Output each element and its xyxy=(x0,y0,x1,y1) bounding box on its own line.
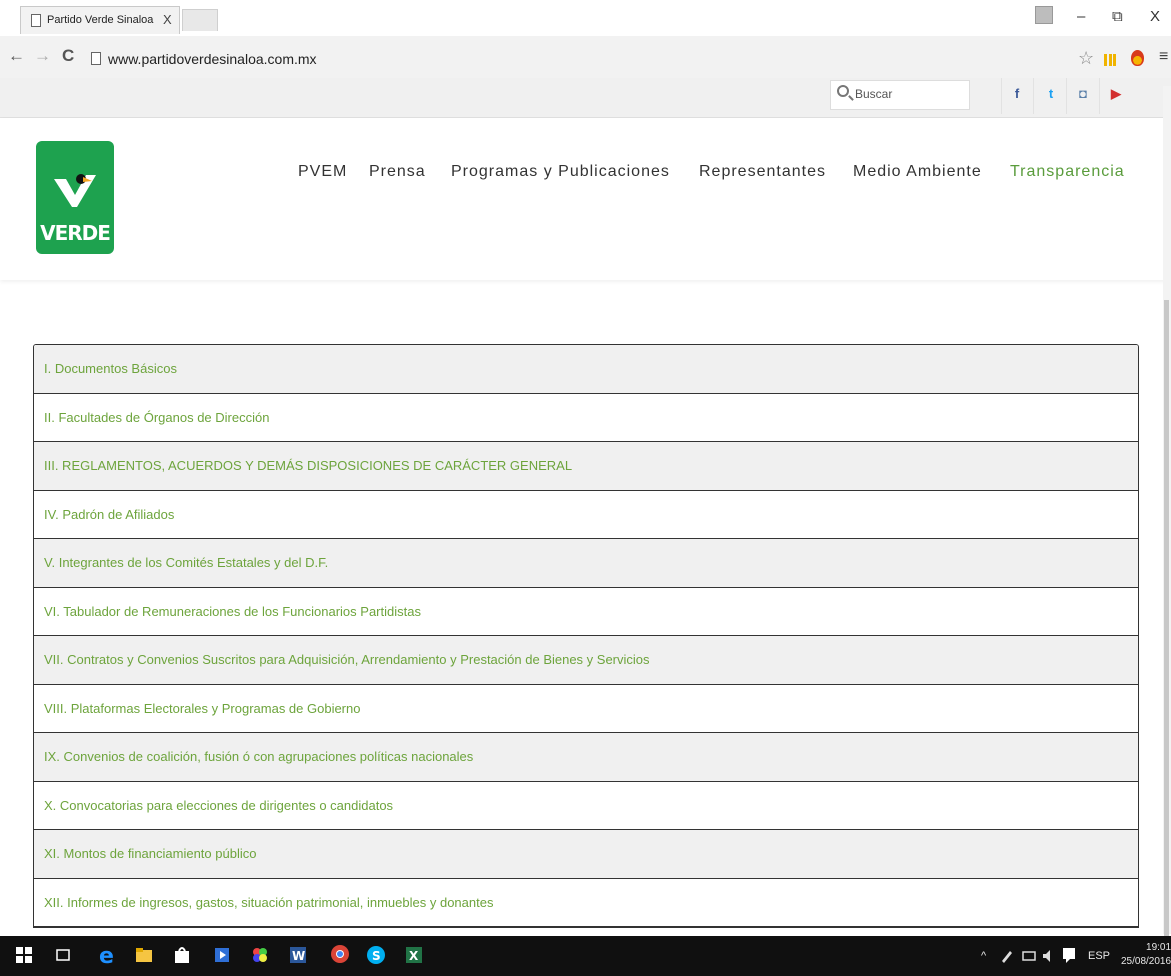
media-player-icon[interactable] xyxy=(212,945,232,965)
word-icon[interactable]: W xyxy=(288,945,308,965)
browser-chrome: Partido Verde Sinaloa X – ⧉ X ← → C www.… xyxy=(0,0,1171,78)
window-close-button[interactable]: X xyxy=(1150,8,1160,25)
logo-check-icon xyxy=(54,174,96,207)
windows-start-icon[interactable] xyxy=(16,947,32,963)
reload-button[interactable]: C xyxy=(62,46,74,66)
search-icon xyxy=(837,85,849,97)
new-tab-button[interactable] xyxy=(182,9,218,31)
list-item[interactable]: VI. Tabulador de Remuneraciones de los F… xyxy=(34,587,1138,636)
list-item[interactable]: IV. Padrón de Afiliados xyxy=(34,490,1138,539)
skype-icon[interactable]: S xyxy=(366,945,386,965)
nav-programas-publicaciones[interactable]: Programas y Publicaciones xyxy=(451,163,670,181)
nav-medio-ambiente[interactable]: Medio Ambiente xyxy=(853,163,982,181)
divider xyxy=(1099,78,1100,114)
profile-icon[interactable] xyxy=(1035,6,1053,24)
list-item[interactable]: XI. Montos de financiamiento público xyxy=(34,830,1138,879)
forward-button[interactable]: → xyxy=(34,46,51,66)
action-center-icon[interactable] xyxy=(1062,947,1076,963)
restore-button[interactable]: ⧉ xyxy=(1112,8,1123,25)
site-topbar: Buscar f t ◘ ▶ xyxy=(0,78,1171,118)
site-header: VERDE PVEM Prensa Programas y Publicacio… xyxy=(0,118,1171,280)
tab-title: Partido Verde Sinaloa xyxy=(47,14,154,26)
tab-strip: Partido Verde Sinaloa X – ⧉ X xyxy=(0,0,1171,36)
svg-text:e: e xyxy=(99,945,114,965)
page-icon xyxy=(31,14,41,27)
nav-prensa[interactable]: Prensa xyxy=(369,163,426,181)
browser-toolbar: ← → C www.partidoverdesinaloa.com.mx xyxy=(0,44,1171,78)
list-item[interactable]: V. Integrantes de los Comités Estatales … xyxy=(34,539,1138,588)
twitter-icon[interactable]: t xyxy=(1040,86,1062,106)
nav-transparencia[interactable]: Transparencia xyxy=(1010,163,1125,181)
divider xyxy=(1066,78,1067,114)
youtube-icon[interactable]: ▶ xyxy=(1105,86,1127,106)
list-item[interactable]: I. Documentos Básicos xyxy=(34,345,1138,394)
logo-text: VERDE xyxy=(40,221,111,245)
facebook-icon[interactable]: f xyxy=(1006,86,1028,106)
store-icon[interactable] xyxy=(172,945,192,965)
list-item[interactable]: XII. Informes de ingresos, gastos, situa… xyxy=(34,878,1138,927)
file-explorer-icon[interactable] xyxy=(134,945,154,965)
windows-taskbar: e W S X ^ ESP 19:01 25/08/2016 xyxy=(0,936,1171,976)
svg-text:S: S xyxy=(372,949,381,963)
browser-menu-icon[interactable]: ≡ xyxy=(1159,48,1168,66)
page-icon xyxy=(91,52,101,65)
svg-text:W: W xyxy=(292,949,305,963)
extension-bars-icon[interactable] xyxy=(1104,54,1116,66)
divider xyxy=(1033,78,1034,114)
list-item[interactable]: VII. Contratos y Convenios Suscritos par… xyxy=(34,636,1138,685)
system-clock[interactable]: 19:01 25/08/2016 xyxy=(1121,941,1171,969)
network-icon[interactable] xyxy=(1022,949,1036,963)
clock-date: 25/08/2016 xyxy=(1121,956,1171,967)
search-placeholder: Buscar xyxy=(855,87,893,101)
list-item[interactable]: III. REGLAMENTOS, ACUERDOS Y DEMÁS DISPO… xyxy=(34,442,1138,491)
task-view-icon[interactable] xyxy=(56,948,70,962)
language-indicator[interactable]: ESP xyxy=(1088,950,1110,962)
address-bar[interactable]: www.partidoverdesinaloa.com.mx xyxy=(88,46,1088,72)
list-item[interactable]: II. Facultades de Órganos de Dirección xyxy=(34,393,1138,442)
tray-expand-icon[interactable]: ^ xyxy=(981,950,986,962)
bookmark-star-icon[interactable]: ☆ xyxy=(1078,48,1094,69)
tab-close-button[interactable]: X xyxy=(163,12,172,27)
edge-browser-icon[interactable]: e xyxy=(96,945,116,965)
pen-tray-icon[interactable] xyxy=(1000,949,1014,963)
search-input[interactable]: Buscar xyxy=(830,80,970,110)
extension-flame-icon[interactable] xyxy=(1131,50,1144,66)
nav-representantes[interactable]: Representantes xyxy=(699,163,826,181)
browser-tab[interactable]: Partido Verde Sinaloa X xyxy=(20,6,180,34)
verde-logo[interactable]: VERDE xyxy=(36,141,114,254)
scrollbar-thumb[interactable] xyxy=(1164,300,1169,940)
svg-text:X: X xyxy=(409,949,419,963)
clock-time: 19:01 xyxy=(1146,942,1171,953)
list-item[interactable]: IX. Convenios de coalición, fusión ó con… xyxy=(34,733,1138,782)
chrome-icon[interactable] xyxy=(330,944,350,964)
transparency-list: I. Documentos Básicos II. Facultades de … xyxy=(33,344,1139,928)
volume-icon[interactable] xyxy=(1042,949,1056,963)
instagram-icon[interactable]: ◘ xyxy=(1072,86,1094,106)
list-item[interactable]: X. Convocatorias para elecciones de diri… xyxy=(34,781,1138,830)
back-button[interactable]: ← xyxy=(8,46,25,66)
pinwheel-app-icon[interactable] xyxy=(250,945,270,965)
divider xyxy=(1001,78,1002,114)
excel-icon[interactable]: X xyxy=(404,945,424,965)
minimize-button[interactable]: – xyxy=(1077,8,1085,25)
url-text: www.partidoverdesinaloa.com.mx xyxy=(108,51,317,67)
list-item[interactable]: VIII. Plataformas Electorales y Programa… xyxy=(34,684,1138,733)
nav-pvem[interactable]: PVEM xyxy=(298,163,347,181)
